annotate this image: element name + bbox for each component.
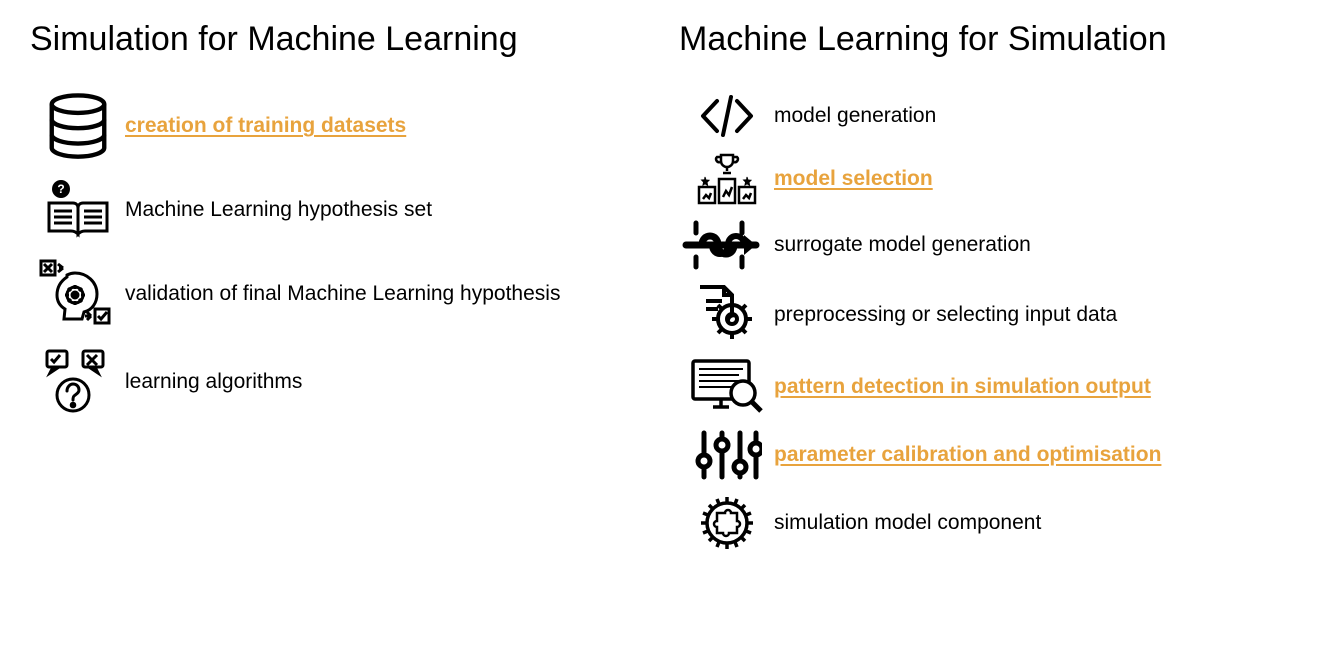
right-label-3: preprocessing or selecting input data (774, 303, 1117, 327)
database-icon (30, 91, 125, 161)
right-title: Machine Learning for Simulation (679, 20, 1288, 59)
left-row-2: validation of final Machine Learning hyp… (30, 259, 639, 329)
open-book-question-icon: ? (30, 179, 125, 241)
gear-puzzle-icon (679, 493, 774, 553)
left-column: Simulation for Machine Learning creation… (30, 20, 639, 563)
svg-text:?: ? (57, 182, 64, 196)
right-label-0: model generation (774, 104, 936, 128)
two-column-layout: Simulation for Machine Learning creation… (30, 20, 1288, 563)
left-row-0: creation of training datasets (30, 91, 639, 161)
right-row-0: model generation (679, 91, 1288, 141)
right-label-6: simulation model component (774, 511, 1041, 535)
code-brackets-icon (679, 91, 774, 141)
right-row-5: parameter calibration and optimisation (679, 427, 1288, 483)
right-label-5: parameter calibration and optimisation (774, 443, 1161, 467)
right-column: Machine Learning for Simulation model ge… (679, 20, 1288, 563)
sliders-icon (679, 427, 774, 483)
right-row-1: model selection (679, 151, 1288, 207)
right-row-6: simulation model component (679, 493, 1288, 553)
right-label-4: pattern detection in simulation output (774, 375, 1151, 399)
reroute-arrow-icon (679, 217, 774, 273)
left-title: Simulation for Machine Learning (30, 20, 639, 59)
left-row-1: ? Machine Learning hypothesis set (30, 179, 639, 241)
document-gear-icon (679, 283, 774, 347)
right-row-4: pattern detection in simulation output (679, 357, 1288, 417)
right-label-1: model selection (774, 167, 933, 191)
left-label-2: validation of final Machine Learning hyp… (125, 282, 560, 306)
right-label-2: surrogate model generation (774, 233, 1031, 257)
left-label-3: learning algorithms (125, 370, 302, 394)
right-row-2: surrogate model generation (679, 217, 1288, 273)
brain-validation-icon (30, 259, 125, 329)
monitor-magnifier-icon (679, 357, 774, 417)
podium-trophy-icon (679, 151, 774, 207)
left-label-1: Machine Learning hypothesis set (125, 198, 432, 222)
left-row-3: learning algorithms (30, 347, 639, 417)
question-bubbles-icon (30, 347, 125, 417)
right-row-3: preprocessing or selecting input data (679, 283, 1288, 347)
left-label-0: creation of training datasets (125, 114, 406, 138)
